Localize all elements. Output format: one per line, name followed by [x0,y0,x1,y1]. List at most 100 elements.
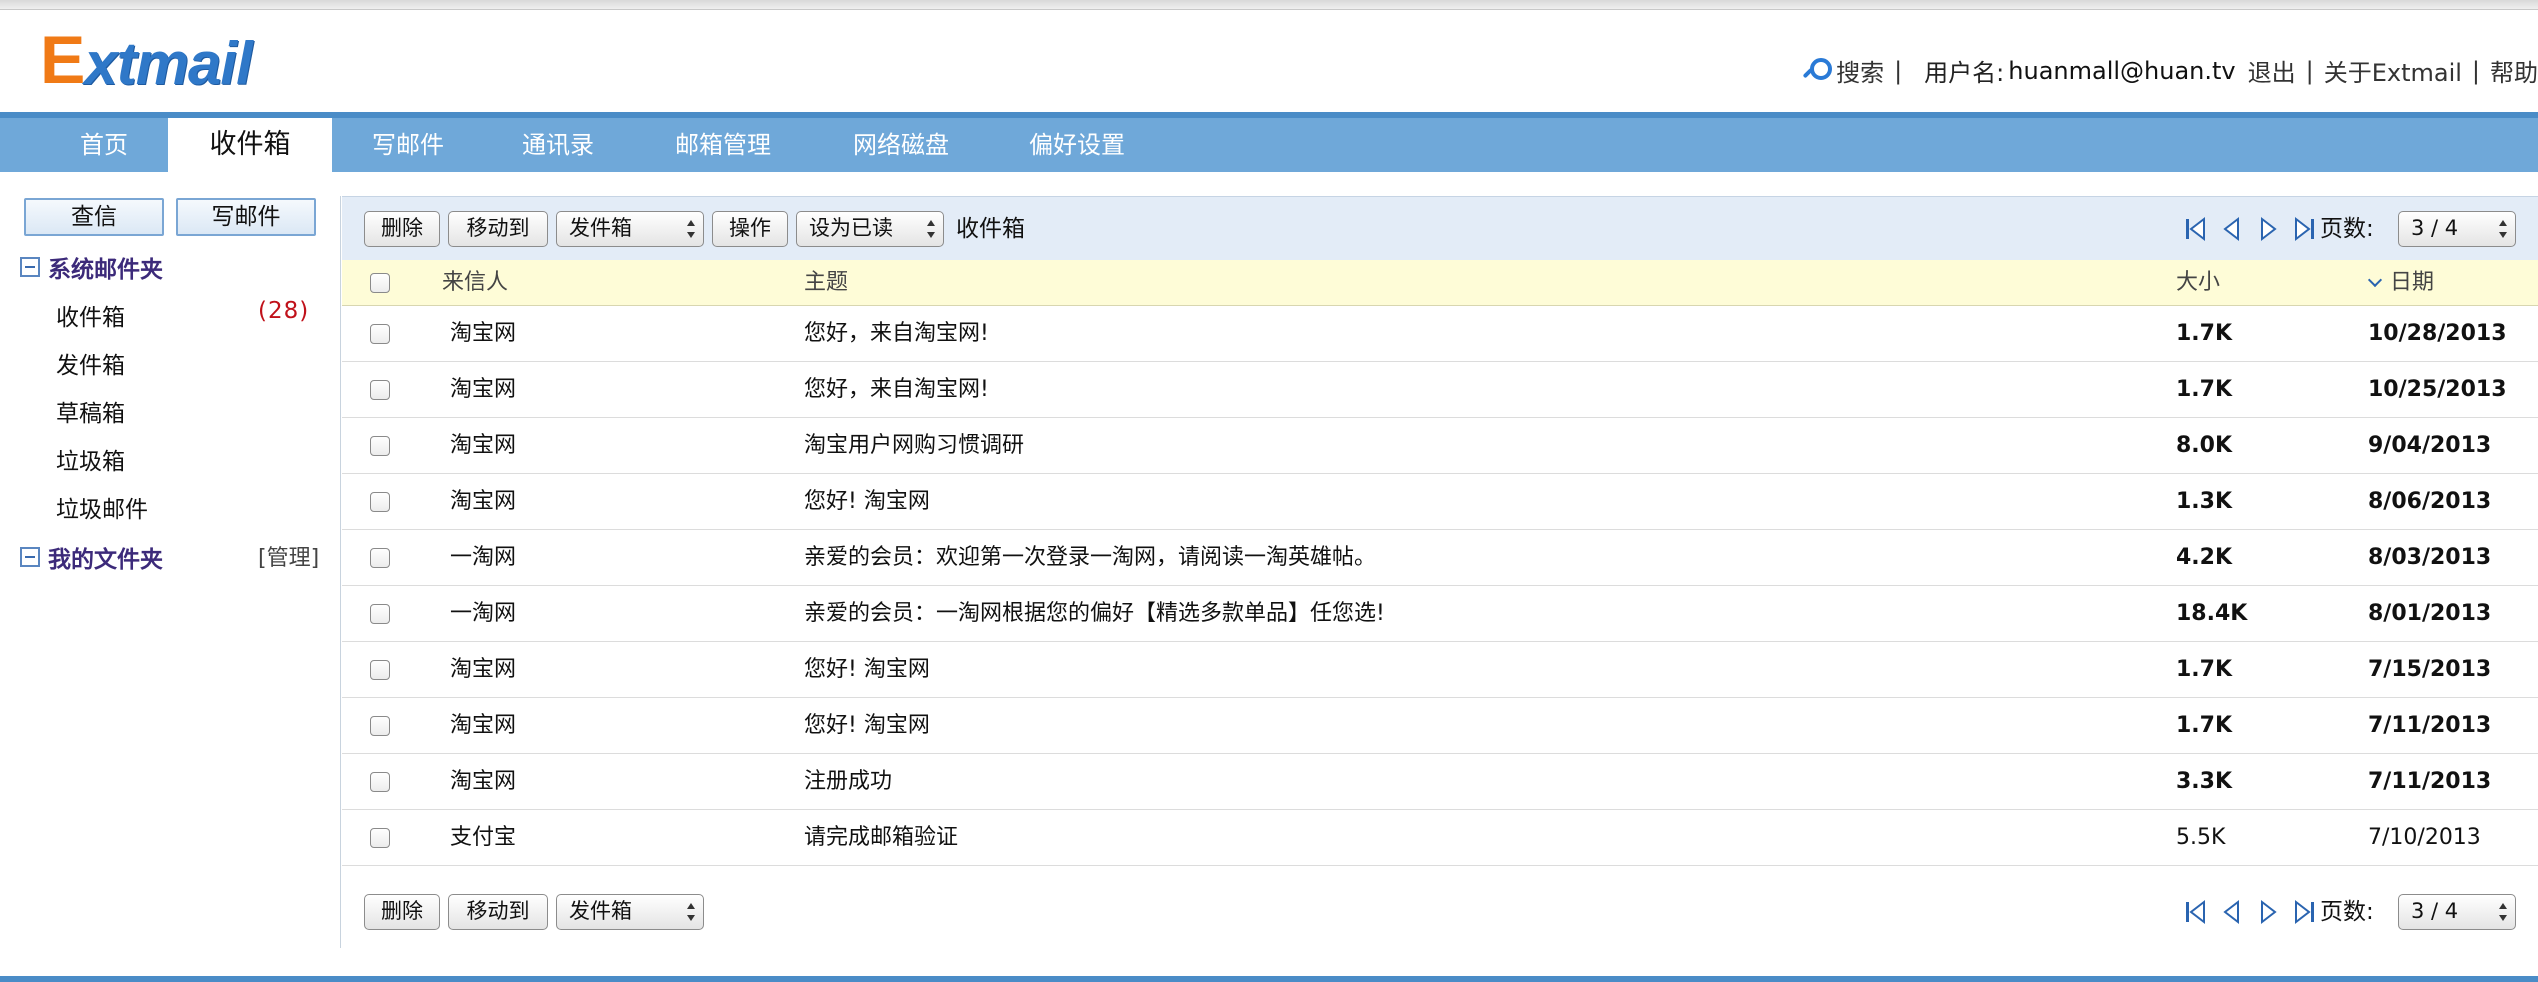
row-checkbox[interactable] [370,492,390,512]
search-link[interactable]: 搜索 [1836,53,1884,88]
table-row[interactable]: 支付宝 请完成邮箱验证 5.5K 7/10/2013 [342,810,2538,866]
nav-netdisk[interactable]: 网络磁盘 [838,118,964,172]
sender-cell[interactable]: 一淘网 [450,530,516,586]
col-from[interactable]: 来信人 [442,260,508,306]
nav-home[interactable]: 首页 [50,118,158,172]
sender-cell[interactable]: 淘宝网 [450,306,516,362]
select-all-checkbox[interactable] [370,273,390,293]
system-folders-header[interactable]: 系统邮件夹 [20,250,163,284]
row-checkbox[interactable] [370,436,390,456]
select-arrows-icon [927,220,935,238]
top-toolbar: 删除 移动到 发件箱 操作 设为已读 收件箱 页数: 3 / 4 [342,196,2538,260]
subject-cell[interactable]: 您好，来自淘宝网! [804,362,989,418]
date-cell: 8/03/2013 [2368,545,2492,570]
folder-drafts[interactable]: 草稿箱 [56,394,125,428]
table-row[interactable]: 淘宝网 您好，来自淘宝网! 1.7K 10/25/2013 [342,362,2538,418]
prev-page-icon[interactable] [2218,898,2246,926]
subject-cell[interactable]: 您好，来自淘宝网! [804,306,989,362]
prev-page-icon[interactable] [2218,215,2246,243]
table-row[interactable]: 淘宝网 注册成功 3.3K 7/11/2013 [342,754,2538,810]
table-row[interactable]: 淘宝网 您好! 淘宝网 1.7K 7/11/2013 [342,698,2538,754]
date-cell: 7/15/2013 [2368,657,2492,682]
search-icon[interactable] [1802,57,1833,85]
separator: | [1894,56,1903,85]
logout-link[interactable]: 退出 [2248,53,2296,88]
subject-cell[interactable]: 亲爱的会员：欢迎第一次登录一淘网，请阅读一淘英雄帖。 [804,530,1376,586]
sender-cell[interactable]: 支付宝 [450,810,516,866]
last-page-icon[interactable] [2290,215,2318,243]
move-folder-select[interactable]: 发件箱 [556,894,704,930]
mark-as-select[interactable]: 设为已读 [796,211,944,247]
folder-inbox[interactable]: 收件箱 [56,298,125,332]
action-button[interactable]: 操作 [712,211,788,247]
about-link[interactable]: 关于Extmail [2324,53,2462,88]
subject-cell[interactable]: 您好! 淘宝网 [804,474,930,530]
sender-cell[interactable]: 淘宝网 [450,698,516,754]
first-page-icon[interactable] [2182,898,2210,926]
delete-button[interactable]: 删除 [364,894,440,930]
sidebar-divider [340,196,341,948]
table-row[interactable]: 淘宝网 淘宝用户网购习惯调研 8.0K 9/04/2013 [342,418,2538,474]
collapse-icon[interactable] [20,547,40,567]
sender-cell[interactable]: 一淘网 [450,586,516,642]
nav-contacts[interactable]: 通讯录 [500,118,616,172]
row-checkbox[interactable] [370,380,390,400]
next-page-icon[interactable] [2254,898,2282,926]
row-checkbox[interactable] [370,828,390,848]
move-folder-select[interactable]: 发件箱 [556,211,704,247]
my-folders-header[interactable]: 我的文件夹 [20,540,163,574]
date-cell: 8/01/2013 [2368,601,2492,626]
folder-trash[interactable]: 垃圾箱 [56,442,125,476]
subject-cell[interactable]: 注册成功 [804,754,892,810]
date-cell: 10/28/2013 [2368,321,2507,346]
subject-cell[interactable]: 请完成邮箱验证 [804,810,958,866]
table-row[interactable]: 淘宝网 您好，来自淘宝网! 1.7K 10/28/2013 [342,306,2538,362]
subject-cell[interactable]: 淘宝用户网购习惯调研 [804,418,1024,474]
row-checkbox[interactable] [370,660,390,680]
manage-folders-link[interactable]: [管理] [258,540,319,572]
compose-button[interactable]: 写邮件 [176,198,316,236]
folder-spam[interactable]: 垃圾邮件 [56,490,148,524]
nav-mailbox-manage[interactable]: 邮箱管理 [658,118,788,172]
nav-preferences[interactable]: 偏好设置 [1014,118,1140,172]
row-checkbox[interactable] [370,772,390,792]
row-checkbox[interactable] [370,548,390,568]
select-arrows-icon [687,903,695,921]
last-page-icon[interactable] [2290,898,2318,926]
delete-button[interactable]: 删除 [364,211,440,247]
table-row[interactable]: 淘宝网 您好! 淘宝网 1.3K 8/06/2013 [342,474,2538,530]
sender-cell[interactable]: 淘宝网 [450,362,516,418]
col-subject[interactable]: 主题 [804,260,848,306]
subject-cell[interactable]: 您好! 淘宝网 [804,698,930,754]
sender-cell[interactable]: 淘宝网 [450,418,516,474]
extmail-logo[interactable]: Extmail [40,26,253,94]
table-row[interactable]: 淘宝网 您好! 淘宝网 1.7K 7/15/2013 [342,642,2538,698]
table-row[interactable]: 一淘网 亲爱的会员：欢迎第一次登录一淘网，请阅读一淘英雄帖。 4.2K 8/03/20… [342,530,2538,586]
sender-cell[interactable]: 淘宝网 [450,642,516,698]
table-row[interactable]: 一淘网 亲爱的会员：一淘网根据您的偏好【精选多款单品】任您选! 18.4K 8/01/… [342,586,2538,642]
first-page-icon[interactable] [2182,215,2210,243]
row-checkbox[interactable] [370,716,390,736]
sender-cell[interactable]: 淘宝网 [450,474,516,530]
folder-sent[interactable]: 发件箱 [56,346,125,380]
move-to-button[interactable]: 移动到 [448,894,548,930]
help-link[interactable]: 帮助 [2490,53,2538,88]
row-checkbox[interactable] [370,604,390,624]
subject-cell[interactable]: 亲爱的会员：一淘网根据您的偏好【精选多款单品】任您选! [804,586,1385,642]
next-page-icon[interactable] [2254,215,2282,243]
col-size[interactable]: 大小 [2176,260,2220,306]
page-select[interactable]: 3 / 4 [2398,211,2516,247]
nav-compose[interactable]: 写邮件 [350,118,466,172]
move-to-button[interactable]: 移动到 [448,211,548,247]
col-date[interactable]: 日期 [2367,260,2434,306]
sender-cell[interactable]: 淘宝网 [450,754,516,810]
page-select[interactable]: 3 / 4 [2398,894,2516,930]
nav-inbox[interactable]: 收件箱 [168,118,332,178]
sort-desc-icon[interactable] [2367,272,2383,288]
size-cell: 1.3K [2176,489,2233,514]
check-mail-button[interactable]: 查信 [24,198,164,236]
size-cell: 1.7K [2176,377,2233,402]
collapse-icon[interactable] [20,257,40,277]
row-checkbox[interactable] [370,324,390,344]
subject-cell[interactable]: 您好! 淘宝网 [804,642,930,698]
